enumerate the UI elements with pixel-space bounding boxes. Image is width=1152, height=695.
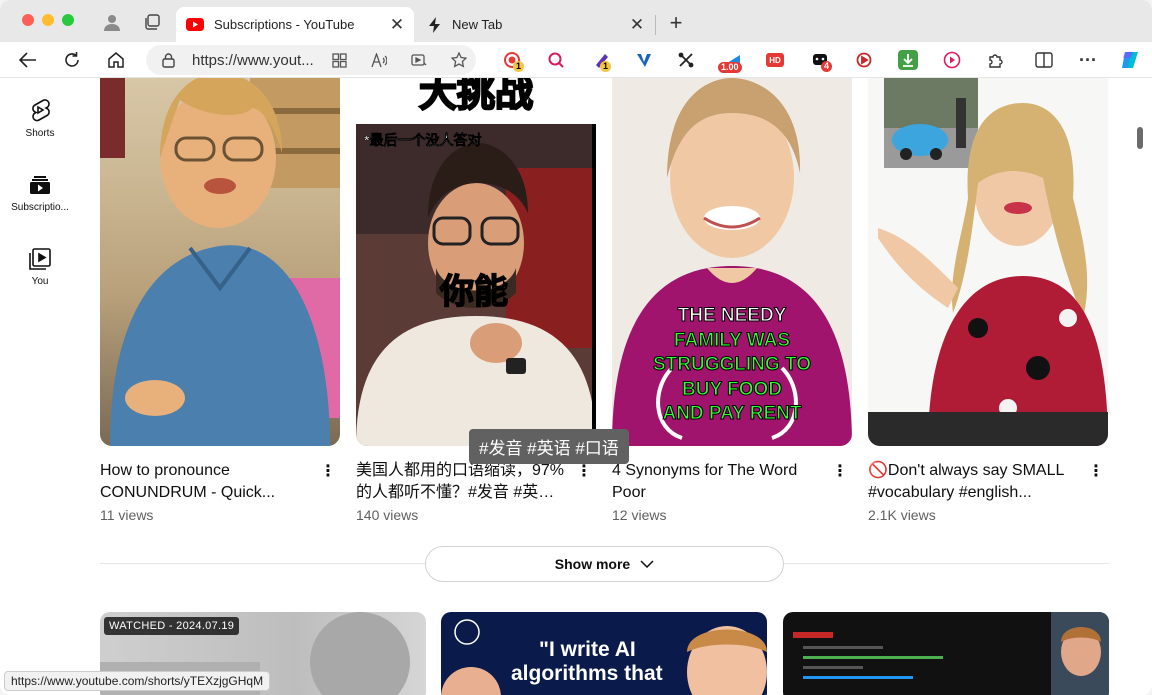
extension-download-icon[interactable] <box>898 50 918 70</box>
window-close-button[interactable] <box>22 14 34 26</box>
tab-separator <box>655 15 656 35</box>
short-views: 140 views <box>356 507 419 523</box>
more-actions-icon[interactable]: ⋮ <box>576 462 592 480</box>
address-bar[interactable]: https://www.yout... <box>146 45 476 75</box>
tab-label: Subscriptions - YouTube <box>214 17 355 32</box>
window-maximize-button[interactable] <box>62 14 74 26</box>
video-thumbnail[interactable] <box>783 612 1109 695</box>
copilot-icon[interactable] <box>1118 48 1142 72</box>
more-menu-icon[interactable]: ··· <box>1076 48 1100 72</box>
guide-item-shorts[interactable]: Shorts <box>0 98 80 139</box>
extension-record-icon[interactable]: 1 <box>502 50 525 72</box>
thumbnail-overlay-text: 你能 <box>439 272 509 312</box>
short-views: 12 views <box>612 507 667 523</box>
thumbnail-overlay-text: 大挑战 <box>418 78 534 116</box>
tab-youtube-subscriptions[interactable]: Subscriptions - YouTube ✕ <box>176 7 414 42</box>
more-actions-icon[interactable]: ⋮ <box>320 462 336 480</box>
youtube-page: Shorts Subscriptio... You How to pronoun… <box>0 78 1152 695</box>
watched-badge: WATCHED - 2024.07.19 <box>104 617 240 635</box>
extension-badge: 1 <box>513 61 525 72</box>
title-tooltip: #发音 #英语 #口语 <box>469 429 629 464</box>
thumbnail-art <box>793 612 1109 695</box>
extension-shuffle-icon[interactable] <box>676 50 696 70</box>
browser-toolbar: https://www.yout... 1 1 1.00 HD 4 ··· <box>0 42 1152 78</box>
more-actions-icon[interactable]: ⋮ <box>1088 462 1104 480</box>
thumbnail-overlay-text: "I write AI <box>539 638 636 661</box>
refresh-button[interactable] <box>60 48 84 72</box>
short-thumbnail[interactable] <box>100 78 340 446</box>
short-title[interactable]: 🚫Don't always say SMALL #vocabulary #eng… <box>868 460 1082 504</box>
caption-line: AND PAY RENT <box>662 403 802 425</box>
video-translate-icon[interactable] <box>410 51 428 69</box>
tab-strip: Subscriptions - YouTube ✕ New Tab ✕ + <box>0 0 1152 42</box>
close-tab-icon[interactable]: ✕ <box>386 14 408 36</box>
url-text: https://www.yout... <box>192 51 314 69</box>
short-thumbnail[interactable]: THE NEEDY FAMILY WAS STRUGGLING TO BUY F… <box>612 78 852 446</box>
extension-badge: 1 <box>600 61 612 72</box>
video-thumbnail[interactable]: "I write AI algorithms that <box>441 612 767 695</box>
lock-icon[interactable] <box>162 52 178 68</box>
mini-guide: Shorts Subscriptio... You <box>0 78 80 695</box>
price-badge: 1.00 <box>718 62 742 73</box>
short-title[interactable]: How to pronounce CONUNDRUM - Quick... <box>100 460 314 504</box>
thumbnail-art <box>100 78 340 446</box>
extension-notes-icon[interactable]: 1 <box>592 50 612 72</box>
extension-v-icon[interactable] <box>634 50 654 70</box>
short-title[interactable]: 4 Synonyms for The Word Poor <box>612 460 826 504</box>
tab-label: New Tab <box>452 17 503 32</box>
extension-price-icon[interactable]: 1.00 <box>718 50 742 73</box>
read-aloud-icon[interactable] <box>370 51 388 69</box>
guide-label: You <box>31 276 49 287</box>
guide-item-subscriptions[interactable]: Subscriptio... <box>0 174 80 213</box>
favorite-star-icon[interactable] <box>450 51 468 69</box>
caption-line: THE NEEDY <box>677 305 787 327</box>
show-more-button[interactable]: Show more <box>425 546 784 582</box>
lightning-icon <box>428 16 442 33</box>
thumbnail-caption: THE NEEDY FAMILY WAS STRUGGLING TO BUY F… <box>612 304 852 427</box>
short-views: 2.1K views <box>868 507 936 523</box>
tab-new-tab[interactable]: New Tab ✕ <box>418 7 654 42</box>
show-more-label: Show more <box>554 556 631 572</box>
extensions-puzzle-icon[interactable] <box>984 48 1008 72</box>
browser-window: Subscriptions - YouTube ✕ New Tab ✕ + ht… <box>0 0 1152 695</box>
close-tab-icon[interactable]: ✕ <box>626 14 648 36</box>
thumbnail-art <box>868 78 1108 446</box>
short-views: 11 views <box>100 507 154 523</box>
new-tab-button[interactable]: + <box>664 10 688 35</box>
short-thumbnail[interactable]: 大挑战 *最后一个没人答对 你能 <box>356 78 596 446</box>
workspaces-icon[interactable] <box>142 12 162 32</box>
caption-line: BUY FOOD <box>682 378 783 400</box>
more-actions-icon[interactable]: ⋮ <box>832 462 848 480</box>
extension-badge: 4 <box>821 61 833 72</box>
profile-icon[interactable] <box>102 12 122 32</box>
you-library-icon <box>0 248 80 270</box>
subscriptions-icon <box>0 174 80 196</box>
shorts-icon <box>0 98 80 122</box>
thumbnail-overlay-text: *最后一个没人答对 <box>364 132 482 149</box>
apps-icon[interactable] <box>330 51 348 69</box>
scrollbar-thumb[interactable] <box>1137 127 1143 149</box>
link-status-bar: https://www.youtube.com/shorts/yTEXzjgGH… <box>4 671 271 691</box>
guide-label: Subscriptio... <box>11 202 69 213</box>
thumbnail-overlay-text: algorithms that <box>511 662 663 685</box>
guide-label: Shorts <box>25 128 55 139</box>
extension-chat-icon[interactable]: 4 <box>810 50 833 72</box>
extension-search-icon[interactable] <box>546 50 566 70</box>
short-title[interactable]: 美国人都用的口语缩读，97%的人都听不懂？#发音 #英语 ... <box>356 460 570 504</box>
extension-video-loop-icon[interactable] <box>854 50 874 70</box>
youtube-icon <box>186 18 204 31</box>
chevron-down-icon <box>640 560 654 568</box>
caption-line: STRUGGLING TO <box>653 354 812 376</box>
back-button[interactable] <box>16 48 40 72</box>
home-button[interactable] <box>104 48 128 72</box>
extension-player-icon[interactable] <box>942 50 962 70</box>
short-thumbnail[interactable] <box>868 78 1108 446</box>
split-screen-icon[interactable] <box>1032 48 1056 72</box>
extension-hd-icon[interactable]: HD <box>766 53 784 67</box>
window-minimize-button[interactable] <box>42 14 54 26</box>
guide-item-you[interactable]: You <box>0 248 80 287</box>
caption-line: FAMILY WAS <box>673 329 791 351</box>
